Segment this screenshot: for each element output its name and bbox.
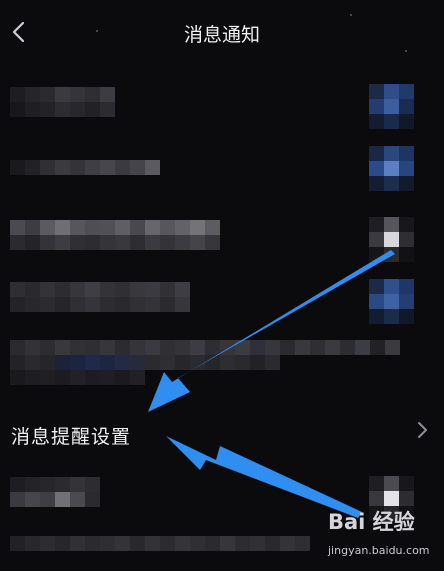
notification-row[interactable] xyxy=(0,84,444,129)
arrow-upper xyxy=(148,250,395,412)
blurred-label-lower xyxy=(10,297,190,312)
blurred-label xyxy=(10,536,310,551)
blurred-label xyxy=(10,87,115,102)
blurred-label xyxy=(10,160,160,175)
watermark-url: jingyan.baidu.com xyxy=(328,544,430,557)
blurred-label xyxy=(10,477,100,492)
chevron-right-icon xyxy=(418,422,427,438)
blurred-toggle[interactable] xyxy=(369,279,414,324)
blurred-label xyxy=(10,220,220,235)
blurred-label xyxy=(10,282,190,297)
blurred-toggle[interactable] xyxy=(369,84,414,129)
star-decoration xyxy=(350,14,352,16)
notification-row[interactable] xyxy=(0,214,444,262)
star-decoration xyxy=(405,50,407,52)
page-title: 消息通知 xyxy=(183,24,260,46)
blurred-toggle[interactable] xyxy=(369,217,414,262)
blurred-label-lower xyxy=(10,102,115,117)
notification-row[interactable] xyxy=(0,144,444,191)
baidu-watermark: Bai 经验 jingyan.baidu.com xyxy=(322,500,440,568)
blurred-toggle[interactable] xyxy=(369,146,414,191)
star-decoration xyxy=(96,30,98,32)
blurred-label-lower xyxy=(10,235,220,250)
notification-row[interactable] xyxy=(0,276,444,324)
blurred-label-lower xyxy=(10,355,280,370)
blurred-label-lower xyxy=(10,492,100,507)
top-bar: 消息通知 xyxy=(0,0,444,64)
blurred-label-lower xyxy=(10,370,145,385)
watermark-logo: Bai 经验 xyxy=(328,510,415,534)
setting-label: 消息提醒设置 xyxy=(11,426,132,448)
notification-row[interactable] xyxy=(0,340,444,386)
message-reminder-settings-row[interactable]: 消息提醒设置 xyxy=(0,406,444,462)
blurred-label xyxy=(10,340,400,355)
